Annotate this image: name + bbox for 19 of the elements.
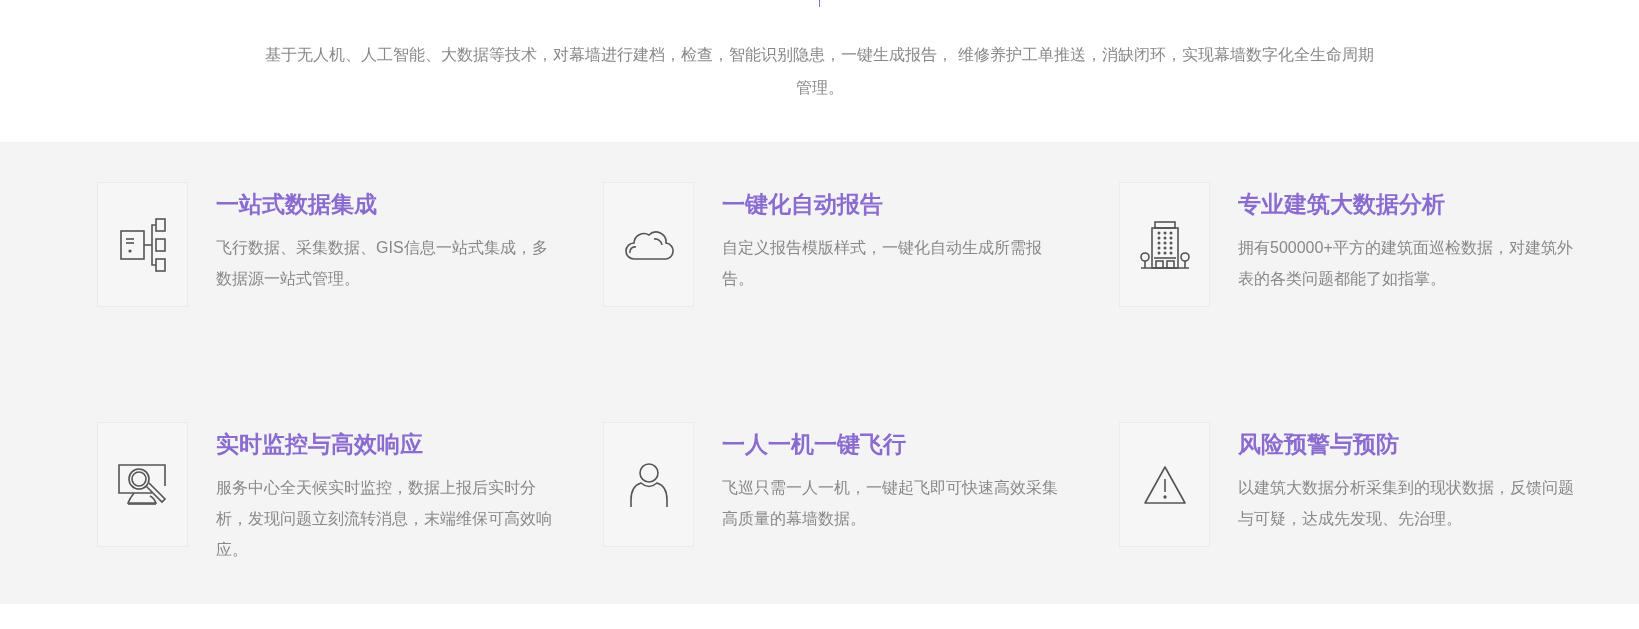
- feature-title: 一人一机一键飞行: [722, 430, 907, 459]
- cloud-icon: [623, 228, 674, 261]
- feature-description: 以建筑大数据分析采集到的现状数据，反馈问题与可疑，达成先发现、先治理。: [1238, 478, 1575, 529]
- intro-paragraph: 基于无人机、人工智能、大数据等技术，对幕墙进行建档，检查，智能识别隐患，一键生成报告， 维修养护工单推送，消缺闭环，实现幕墙数字化全生命周期管理。: [264, 45, 1375, 98]
- feature-description: 服务中心全天候实时监控，数据上报后实时分析，发现问题立刻流转消息，末端维保可高效响应。: [216, 478, 553, 560]
- feature-description: 自定义报告模版样式，一键化自动生成所需报告。: [722, 238, 1043, 289]
- feature-title: 一键化自动报告: [722, 190, 884, 219]
- hierarchy-icon: [119, 216, 166, 273]
- feature-title: 专业建筑大数据分析: [1238, 190, 1446, 219]
- feature-description: 飞行数据、采集数据、GIS信息一站式集成，多数据源一站式管理。: [216, 238, 549, 289]
- person-icon: [628, 461, 669, 508]
- monitor-search-icon: [117, 463, 168, 506]
- warning-icon: [1142, 464, 1187, 505]
- feature-description: 拥有500000+平方的建筑面巡检数据，对建筑外表的各类问题都能了如指掌。: [1238, 238, 1574, 289]
- building-icon: [1139, 220, 1190, 269]
- feature-description: 飞巡只需一人一机，一键起飞即可快速高效采集高质量的幕墙数据。: [722, 478, 1059, 529]
- feature-title: 风险预警与预防: [1238, 430, 1400, 459]
- feature-title: 实时监控与高效响应: [216, 430, 424, 459]
- feature-title: 一站式数据集成: [216, 190, 378, 219]
